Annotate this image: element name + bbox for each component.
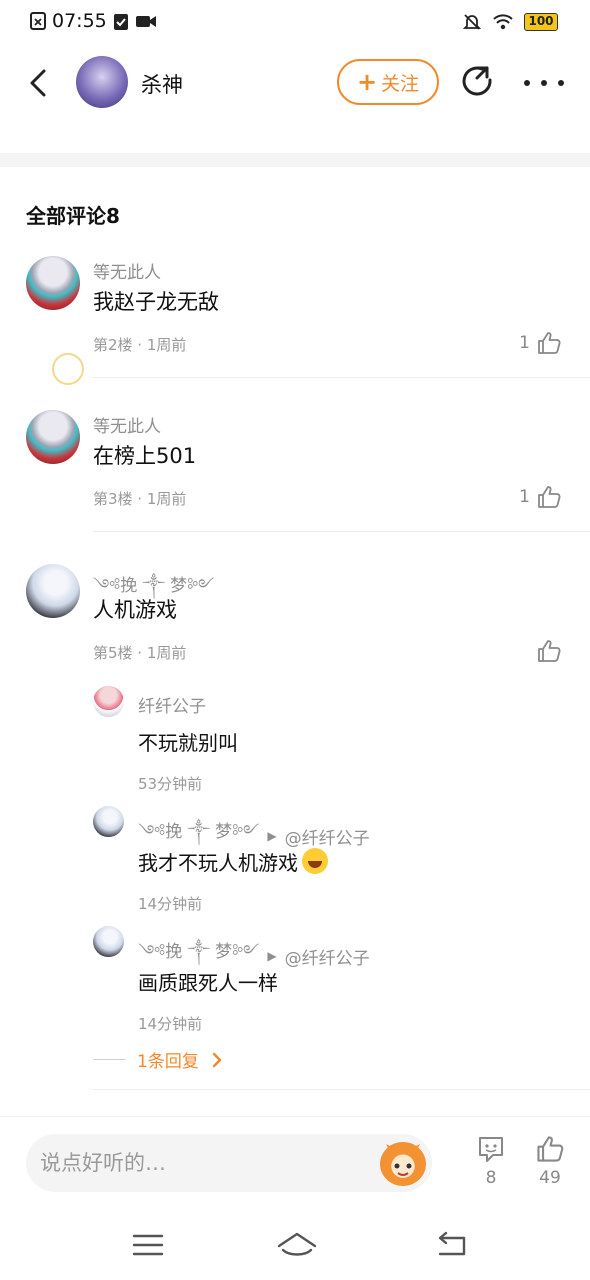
replier-avatar[interactable] [93, 686, 124, 717]
status-time: 07:55 [52, 10, 107, 32]
follow-label: 关注 [381, 72, 420, 95]
battery-indicator: 100 [524, 13, 558, 31]
commenter-avatar[interactable] [26, 256, 80, 310]
mascot-emoji-icon[interactable] [380, 1142, 426, 1186]
comment-text[interactable]: 人机游戏 [93, 594, 177, 624]
post-like-button[interactable]: 49 [525, 1134, 575, 1194]
menu-icon[interactable] [128, 1230, 168, 1260]
reply-target[interactable]: @纤纤公子 [285, 824, 370, 849]
notification-icon [30, 12, 46, 30]
thumbs-up-icon [537, 1136, 564, 1162]
reply-text[interactable]: 画质跟死人一样 [138, 967, 278, 996]
video-icon [135, 16, 156, 27]
back-arrow-icon[interactable] [22, 66, 56, 100]
status-left: 07:55 [30, 10, 157, 32]
follow-button[interactable]: + 关注 [337, 59, 439, 105]
thumbs-up-icon [538, 486, 561, 508]
more-replies-link[interactable]: 1条回复 [93, 1047, 223, 1072]
home-icon[interactable] [275, 1230, 319, 1260]
status-right: 100 [462, 12, 558, 32]
wifi-icon [493, 14, 513, 30]
comment-separator [93, 377, 590, 378]
reply-text[interactable]: 不玩就别叫 [138, 727, 238, 756]
mute-bell-icon [462, 14, 482, 30]
replier-username[interactable]: 纤纤公子 [138, 692, 206, 717]
reply-target[interactable]: @纤纤公子 [285, 944, 370, 969]
status-bar: 07:55 100 [0, 0, 590, 44]
comments-title: 全部评论8 [26, 204, 120, 228]
laughing-emoji-icon [302, 848, 328, 874]
like-count: 1 [519, 333, 530, 353]
section-divider [0, 153, 590, 167]
system-nav-bar [0, 1210, 590, 1280]
comment-text[interactable]: 在榜上501 [93, 440, 196, 470]
reply-time: 14分钟前 [138, 895, 203, 913]
more-replies-line [93, 1059, 125, 1060]
like-count: 49 [539, 1168, 561, 1188]
comment-text[interactable]: 我赵子龙无敌 [93, 286, 219, 316]
reply-arrow-icon: ▶ [267, 829, 277, 843]
commenter-name[interactable]: 等无此人 [93, 412, 161, 437]
commenter-avatar[interactable] [26, 564, 80, 618]
chevron-right-icon [212, 1052, 222, 1067]
like-button[interactable]: 1 [519, 484, 562, 510]
share-icon[interactable] [460, 64, 496, 100]
reply-arrow-icon: ▶ [267, 949, 277, 963]
follow-plus-icon: + [356, 68, 378, 96]
bottom-bar-divider [0, 1116, 590, 1117]
more-replies-label: 1条回复 [137, 1052, 199, 1072]
author-avatar[interactable] [76, 56, 128, 108]
reply-text-row: 我才不玩人机游戏 [138, 847, 328, 876]
comment-count: 8 [485, 1168, 497, 1188]
like-count: 1 [519, 487, 530, 507]
loading-indicator [52, 353, 84, 385]
comments-count-button[interactable]: 8 [466, 1134, 516, 1194]
replier-name: 纤纤公子 [138, 692, 206, 717]
replier-avatar[interactable] [93, 806, 124, 837]
replier-avatar[interactable] [93, 926, 124, 957]
thumbs-up-icon [538, 640, 561, 662]
commenter-avatar[interactable] [26, 410, 80, 464]
commenter-name[interactable]: 等无此人 [93, 258, 161, 283]
comment-meta: 第3楼 · 1周前 [93, 490, 187, 508]
clipboard-icon [113, 14, 128, 30]
back-nav-icon[interactable] [432, 1230, 472, 1260]
comment-separator [93, 1089, 590, 1090]
comment-meta: 第2楼 · 1周前 [93, 336, 187, 354]
reply-text[interactable]: 我才不玩人机游戏 [138, 851, 298, 875]
thumbs-up-icon [538, 332, 561, 354]
comment-separator [93, 531, 590, 532]
more-options-icon[interactable] [524, 68, 564, 98]
like-button[interactable]: 1 [519, 330, 562, 356]
like-button[interactable] [530, 638, 562, 664]
comment-input[interactable]: 说点好听的… [26, 1134, 432, 1192]
header: 杀神 + 关注 [0, 50, 590, 116]
reply-time: 14分钟前 [138, 1015, 203, 1033]
reply-time: 53分钟前 [138, 775, 203, 793]
comment-meta: 第5楼 · 1周前 [93, 644, 187, 662]
comment-bubble-icon [479, 1137, 503, 1162]
author-name[interactable]: 杀神 [141, 69, 183, 99]
